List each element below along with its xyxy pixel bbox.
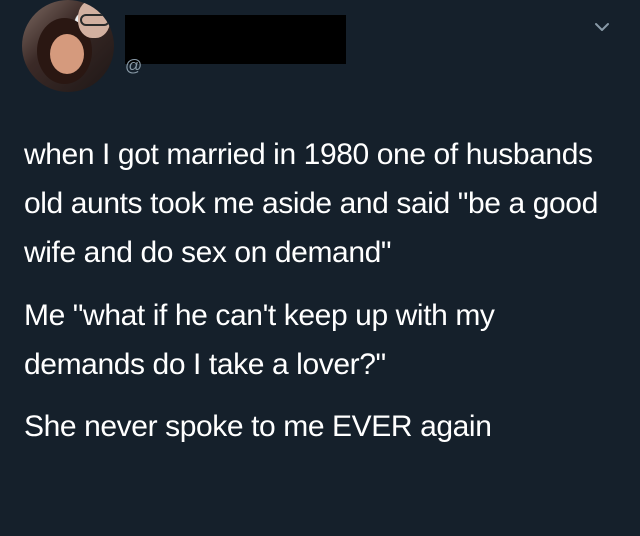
- tweet-paragraph: She never spoke to me EVER again: [24, 410, 492, 443]
- tweet-text: when I got married in 1980 one of husban…: [24, 130, 614, 451]
- avatar-glasses: [80, 14, 110, 26]
- tweet-paragraph: Me "what if he can't keep up with my dem…: [24, 299, 495, 381]
- avatar[interactable]: [22, 0, 114, 92]
- name-redaction: [125, 15, 346, 64]
- chevron-down-icon[interactable]: [593, 18, 611, 36]
- avatar-person-face: [50, 34, 84, 74]
- tweet: @ when I got married in 1980 one of husb…: [0, 0, 640, 536]
- user-handle[interactable]: @: [125, 56, 142, 76]
- tweet-paragraph: when I got married in 1980 one of husban…: [24, 138, 598, 269]
